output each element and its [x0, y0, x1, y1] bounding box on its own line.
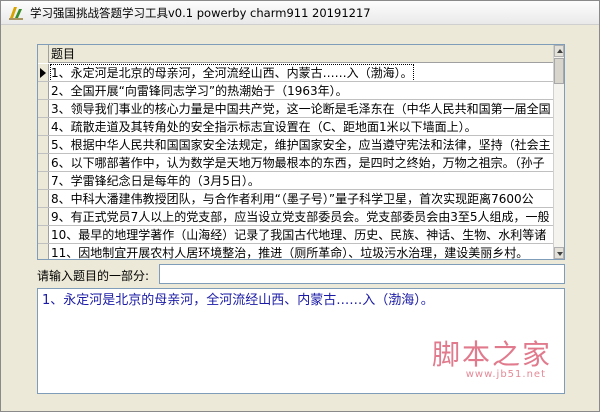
row-indicator[interactable]: [38, 100, 49, 117]
row-indicator[interactable]: [38, 136, 49, 153]
row-indicator-header: [38, 45, 49, 63]
site-watermark: 脚本之家 www.jb51.net: [412, 333, 552, 389]
table-cell[interactable]: 1、永定河是北京的母亲河，全河流经山西、内蒙古……入（渤海）。: [50, 64, 414, 81]
current-row-arrow-icon: [40, 68, 46, 78]
row-indicator[interactable]: [38, 118, 49, 135]
app-window: 学习强国挑战答题学习工具v0.1 powerby charm911 201912…: [0, 0, 600, 412]
app-icon: [9, 6, 23, 20]
grid-rows: 1、永定河是北京的母亲河，全河流经山西、内蒙古……入（渤海）。 2、全国开展“向…: [38, 64, 554, 259]
arrow-down-icon: [557, 252, 563, 256]
table-cell[interactable]: 5、根据中华人民共和国国家安全法规定，维护国家安全，应当遵守宪法和法律，坚持（社…: [51, 137, 551, 153]
row-indicator[interactable]: [38, 82, 49, 99]
table-row[interactable]: 11、因地制宜开展农村人居环境整治，推进（厕所革命）、垃圾污水治理，建设美丽乡村…: [38, 244, 554, 259]
table-cell[interactable]: 6、以下哪部著作中，认为数学是天地万物最根本的东西，是四时之终始，万物之祖宗。（…: [51, 155, 545, 171]
vertical-scrollbar[interactable]: [553, 45, 564, 259]
row-indicator[interactable]: [38, 154, 49, 171]
search-label: 请输入题目的一部分:: [37, 269, 150, 283]
grid-header: 题目: [38, 45, 554, 63]
table-cell[interactable]: 2、全国开展“向雷锋同志学习”的热潮始于（1963年）。: [51, 83, 348, 99]
scroll-thumb[interactable]: [554, 58, 564, 84]
table-row[interactable]: 3、领导我们事业的核心力量是中国共产党，这一论断是毛泽东在（中华人民共和国第一届…: [38, 100, 554, 118]
scroll-down-button[interactable]: [554, 247, 564, 259]
row-indicator[interactable]: [38, 64, 49, 81]
table-cell[interactable]: 10、最早的地理学著作（山海经）记录了我国古代地理、历史、民族、神话、生物、水利…: [51, 227, 546, 243]
table-cell[interactable]: 7、学雷锋纪念日是每年的（3月5日）。: [51, 173, 260, 189]
table-cell[interactable]: 8、中科大潘建伟教授团队，与合作者利用“（墨子号）”量子科学卫星，首次实现距离7…: [51, 191, 534, 207]
table-row[interactable]: 9、有正式党员7人以上的党支部，应当设立党支部委员会。党支部委员会由3至5人组成…: [38, 208, 554, 226]
row-indicator[interactable]: [38, 208, 49, 225]
arrow-up-icon: [557, 49, 563, 53]
table-row[interactable]: 8、中科大潘建伟教授团队，与合作者利用“（墨子号）”量子科学卫星，首次实现距离7…: [38, 190, 554, 208]
table-row[interactable]: 2、全国开展“向雷锋同志学习”的热潮始于（1963年）。: [38, 82, 554, 100]
window-title: 学习强国挑战答题学习工具v0.1 powerby charm911 201912…: [30, 5, 371, 20]
table-row[interactable]: 10、最早的地理学著作（山海经）记录了我国古代地理、历史、民族、神话、生物、水利…: [38, 226, 554, 244]
row-indicator[interactable]: [38, 244, 49, 259]
table-row[interactable]: 1、永定河是北京的母亲河，全河流经山西、内蒙古……入（渤海）。: [38, 64, 554, 82]
row-indicator[interactable]: [38, 172, 49, 189]
table-row[interactable]: 4、疏散走道及其转角处的安全指示标志宜设置在（C、距地面1米以下墙面上）。: [38, 118, 554, 136]
table-row[interactable]: 5、根据中华人民共和国国家安全法规定，维护国家安全，应当遵守宪法和法律，坚持（社…: [38, 136, 554, 154]
table-cell[interactable]: 4、疏散走道及其转角处的安全指示标志宜设置在（C、距地面1米以下墙面上）。: [51, 119, 477, 135]
row-indicator[interactable]: [38, 226, 49, 243]
title-bar[interactable]: 学习强国挑战答题学习工具v0.1 powerby charm911 201912…: [1, 1, 599, 25]
table-cell[interactable]: 3、领导我们事业的核心力量是中国共产党，这一论断是毛泽东在（中华人民共和国第一届…: [51, 101, 551, 117]
table-row[interactable]: 6、以下哪部著作中，认为数学是天地万物最根本的东西，是四时之终始，万物之祖宗。（…: [38, 154, 554, 172]
row-indicator[interactable]: [38, 190, 49, 207]
answer-text: 1、永定河是北京的母亲河，全河流经山西、内蒙古……入（渤海）。: [42, 293, 434, 308]
table-cell[interactable]: 9、有正式党员7人以上的党支部，应当设立党支部委员会。党支部委员会由3至5人组成…: [51, 209, 550, 225]
column-header-question[interactable]: 题目: [51, 46, 75, 62]
scroll-up-button[interactable]: [554, 45, 564, 57]
table-cell[interactable]: 11、因地制宜开展农村人居环境整治，推进（厕所革命）、垃圾污水治理，建设美丽乡村…: [51, 245, 528, 259]
watermark-brand: 脚本之家: [431, 338, 552, 371]
answer-display[interactable]: 1、永定河是北京的母亲河，全河流经山西、内蒙古……入（渤海）。 脚本之家 www…: [37, 288, 565, 394]
table-row[interactable]: 7、学雷锋纪念日是每年的（3月5日）。: [38, 172, 554, 190]
search-input[interactable]: [159, 264, 565, 284]
watermark-url: www.jb51.net: [465, 369, 546, 380]
question-grid[interactable]: 题目 1、永定河是北京的母亲河，全河流经山西、内蒙古……入（渤海）。 2、全国开…: [37, 44, 565, 260]
